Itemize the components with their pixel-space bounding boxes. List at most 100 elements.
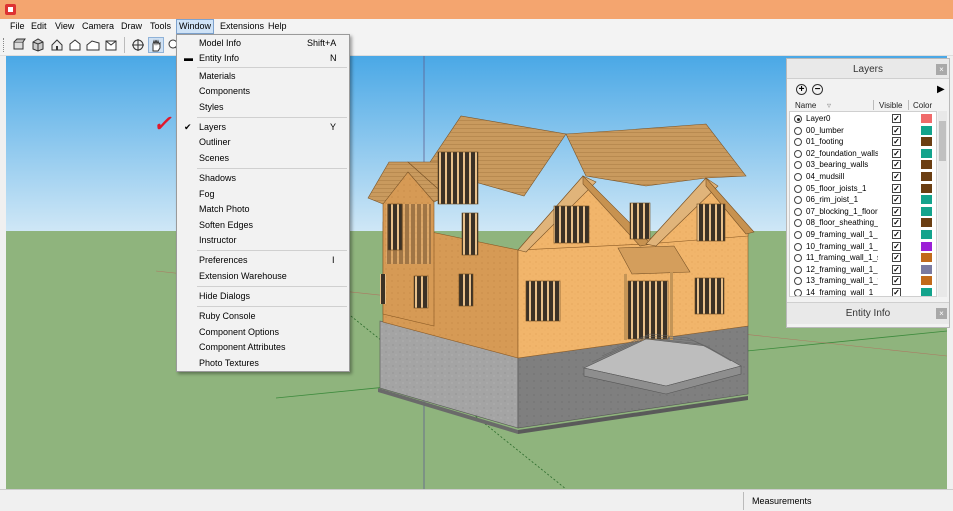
layer-name[interactable]: 01_footing <box>806 136 878 147</box>
layer-name[interactable]: 10_framing_wall_1_e <box>806 241 878 252</box>
layer-color-swatch[interactable] <box>921 276 932 286</box>
scrollbar-thumb[interactable] <box>939 121 946 161</box>
menu-item-match-photo[interactable]: Match Photo <box>177 202 349 217</box>
layer-name[interactable]: 06_rim_joist_1 <box>806 194 878 205</box>
layer-name[interactable]: 07_blocking_1_floor <box>806 206 878 217</box>
layer-name[interactable]: 12_framing_wall_1_s <box>806 264 878 275</box>
active-layer-radio[interactable] <box>794 184 802 193</box>
close-icon[interactable]: × <box>936 64 947 75</box>
active-layer-radio[interactable] <box>794 219 802 228</box>
layers-panel-header[interactable]: Layers × <box>787 59 949 79</box>
add-layer-icon[interactable]: + <box>796 84 807 95</box>
layer-row[interactable]: 08_floor_sheathing_ ✓ <box>790 217 936 229</box>
layer-color-swatch[interactable] <box>921 288 932 296</box>
layer-color-swatch[interactable] <box>921 264 932 274</box>
layer-row[interactable]: Layer0 ✓ <box>790 113 936 125</box>
menu-item-soften-edges[interactable]: Soften Edges <box>177 218 349 233</box>
visible-checkbox[interactable]: ✓ <box>892 172 901 181</box>
active-layer-radio[interactable] <box>794 161 802 170</box>
front-view-icon[interactable] <box>67 37 83 53</box>
menu-item-fog[interactable]: Fog <box>177 187 349 202</box>
details-arrow-icon[interactable]: ▶ <box>937 84 945 95</box>
menu-item-layers[interactable]: ✔ Layers Y <box>177 120 349 135</box>
layer-color-swatch[interactable] <box>921 206 932 216</box>
layer-row[interactable]: 05_floor_joists_1 ✓ <box>790 183 936 195</box>
active-layer-radio[interactable] <box>794 289 802 296</box>
active-layer-radio[interactable] <box>794 149 802 158</box>
menu-item-outliner[interactable]: Outliner <box>177 135 349 150</box>
visible-checkbox[interactable]: ✓ <box>892 218 901 228</box>
active-layer-radio[interactable] <box>794 115 802 123</box>
visible-checkbox[interactable]: ✓ <box>892 160 901 170</box>
column-header-name[interactable]: Name <box>795 101 816 110</box>
layer-name[interactable]: 11_framing_wall_1_s <box>806 252 878 263</box>
layers-scrollbar[interactable] <box>938 111 947 297</box>
column-header-color[interactable]: Color <box>913 101 932 110</box>
active-layer-radio[interactable] <box>794 231 802 239</box>
menu-item-components[interactable]: Components <box>177 84 349 99</box>
layer-color-swatch[interactable] <box>921 195 932 205</box>
layer-color-swatch[interactable] <box>921 148 932 158</box>
layer-row[interactable]: 00_lumber ✓ <box>790 125 936 137</box>
layer-name[interactable]: 02_foundation_walls <box>806 148 878 159</box>
active-layer-radio[interactable] <box>794 207 802 216</box>
visible-checkbox[interactable]: ✓ <box>892 206 901 216</box>
layer-name[interactable]: 14_framing_wall_1_ <box>806 287 878 296</box>
active-layer-radio[interactable] <box>794 126 802 135</box>
layer-name[interactable]: 00_lumber <box>806 125 878 136</box>
layer-color-swatch[interactable] <box>921 218 932 228</box>
menu-help[interactable]: Help <box>266 19 289 34</box>
pan-icon[interactable] <box>148 37 164 53</box>
menu-view[interactable]: View <box>53 19 76 34</box>
layer-row[interactable]: 07_blocking_1_floor ✓ <box>790 206 936 218</box>
layer-row[interactable]: 02_foundation_walls ✓ <box>790 148 936 160</box>
layer-row[interactable]: 13_framing_wall_1_v ✓ <box>790 275 936 287</box>
layer-row[interactable]: 12_framing_wall_1_s ✓ <box>790 264 936 276</box>
layer-row[interactable]: 01_footing ✓ <box>790 136 936 148</box>
orbit-large-icon[interactable] <box>11 37 27 53</box>
active-layer-radio[interactable] <box>794 173 802 181</box>
menu-item-extension-warehouse[interactable]: Extension Warehouse <box>177 269 349 284</box>
layer-name[interactable]: 03_bearing_walls <box>806 159 878 170</box>
visible-checkbox[interactable]: ✓ <box>892 276 901 286</box>
layer-name[interactable]: 05_floor_joists_1 <box>806 183 878 194</box>
active-layer-radio[interactable] <box>794 254 802 263</box>
menu-item-shadows[interactable]: Shadows <box>177 171 349 186</box>
orbit-icon[interactable] <box>130 37 146 53</box>
close-icon[interactable]: × <box>936 308 947 319</box>
layer-row[interactable]: 14_framing_wall_1_ ✓ <box>790 287 936 296</box>
menu-item-photo-textures[interactable]: Photo Textures <box>177 356 349 371</box>
visible-checkbox[interactable]: ✓ <box>892 137 901 147</box>
visible-checkbox[interactable]: ✓ <box>892 125 901 135</box>
menu-draw[interactable]: Draw <box>119 19 144 34</box>
layer-row[interactable]: 06_rim_joist_1 ✓ <box>790 194 936 206</box>
menu-edit[interactable]: Edit <box>29 19 49 34</box>
top-view-icon[interactable] <box>103 37 119 53</box>
menu-tools[interactable]: Tools <box>148 19 173 34</box>
remove-layer-icon[interactable]: − <box>812 84 823 95</box>
home-icon[interactable] <box>49 37 65 53</box>
visible-checkbox[interactable]: ✓ <box>892 230 901 239</box>
active-layer-radio[interactable] <box>794 242 802 251</box>
layer-color-swatch[interactable] <box>921 253 932 263</box>
menu-item-ruby-console[interactable]: Ruby Console <box>177 309 349 324</box>
layer-color-swatch[interactable] <box>921 241 932 251</box>
layer-color-swatch[interactable] <box>921 160 932 170</box>
visible-checkbox[interactable]: ✓ <box>892 148 901 158</box>
layer-row[interactable]: 09_framing_wall_1_r ✓ <box>790 229 936 241</box>
toolbar-grip[interactable] <box>3 38 6 52</box>
layer-color-swatch[interactable] <box>921 114 932 123</box>
menu-item-entity-info[interactable]: ▬ Entity Info N <box>177 51 349 66</box>
visible-checkbox[interactable]: ✓ <box>892 253 901 263</box>
layer-row[interactable]: 11_framing_wall_1_s ✓ <box>790 252 936 264</box>
active-layer-radio[interactable] <box>794 265 802 274</box>
menu-file[interactable]: File <box>8 19 27 34</box>
layer-list[interactable]: Layer0 ✓ 00_lumber ✓ 01_footing ✓ 02_foundatio… <box>789 111 937 297</box>
menu-item-component-attributes[interactable]: Component Attributes <box>177 340 349 355</box>
layer-color-swatch[interactable] <box>921 230 932 239</box>
column-header-visible[interactable]: Visible <box>879 101 902 110</box>
layer-color-swatch[interactable] <box>921 183 932 193</box>
layer-row[interactable]: 10_framing_wall_1_e ✓ <box>790 241 936 253</box>
menu-item-materials[interactable]: Materials <box>177 69 349 84</box>
layer-name[interactable]: 09_framing_wall_1_r <box>806 229 878 240</box>
